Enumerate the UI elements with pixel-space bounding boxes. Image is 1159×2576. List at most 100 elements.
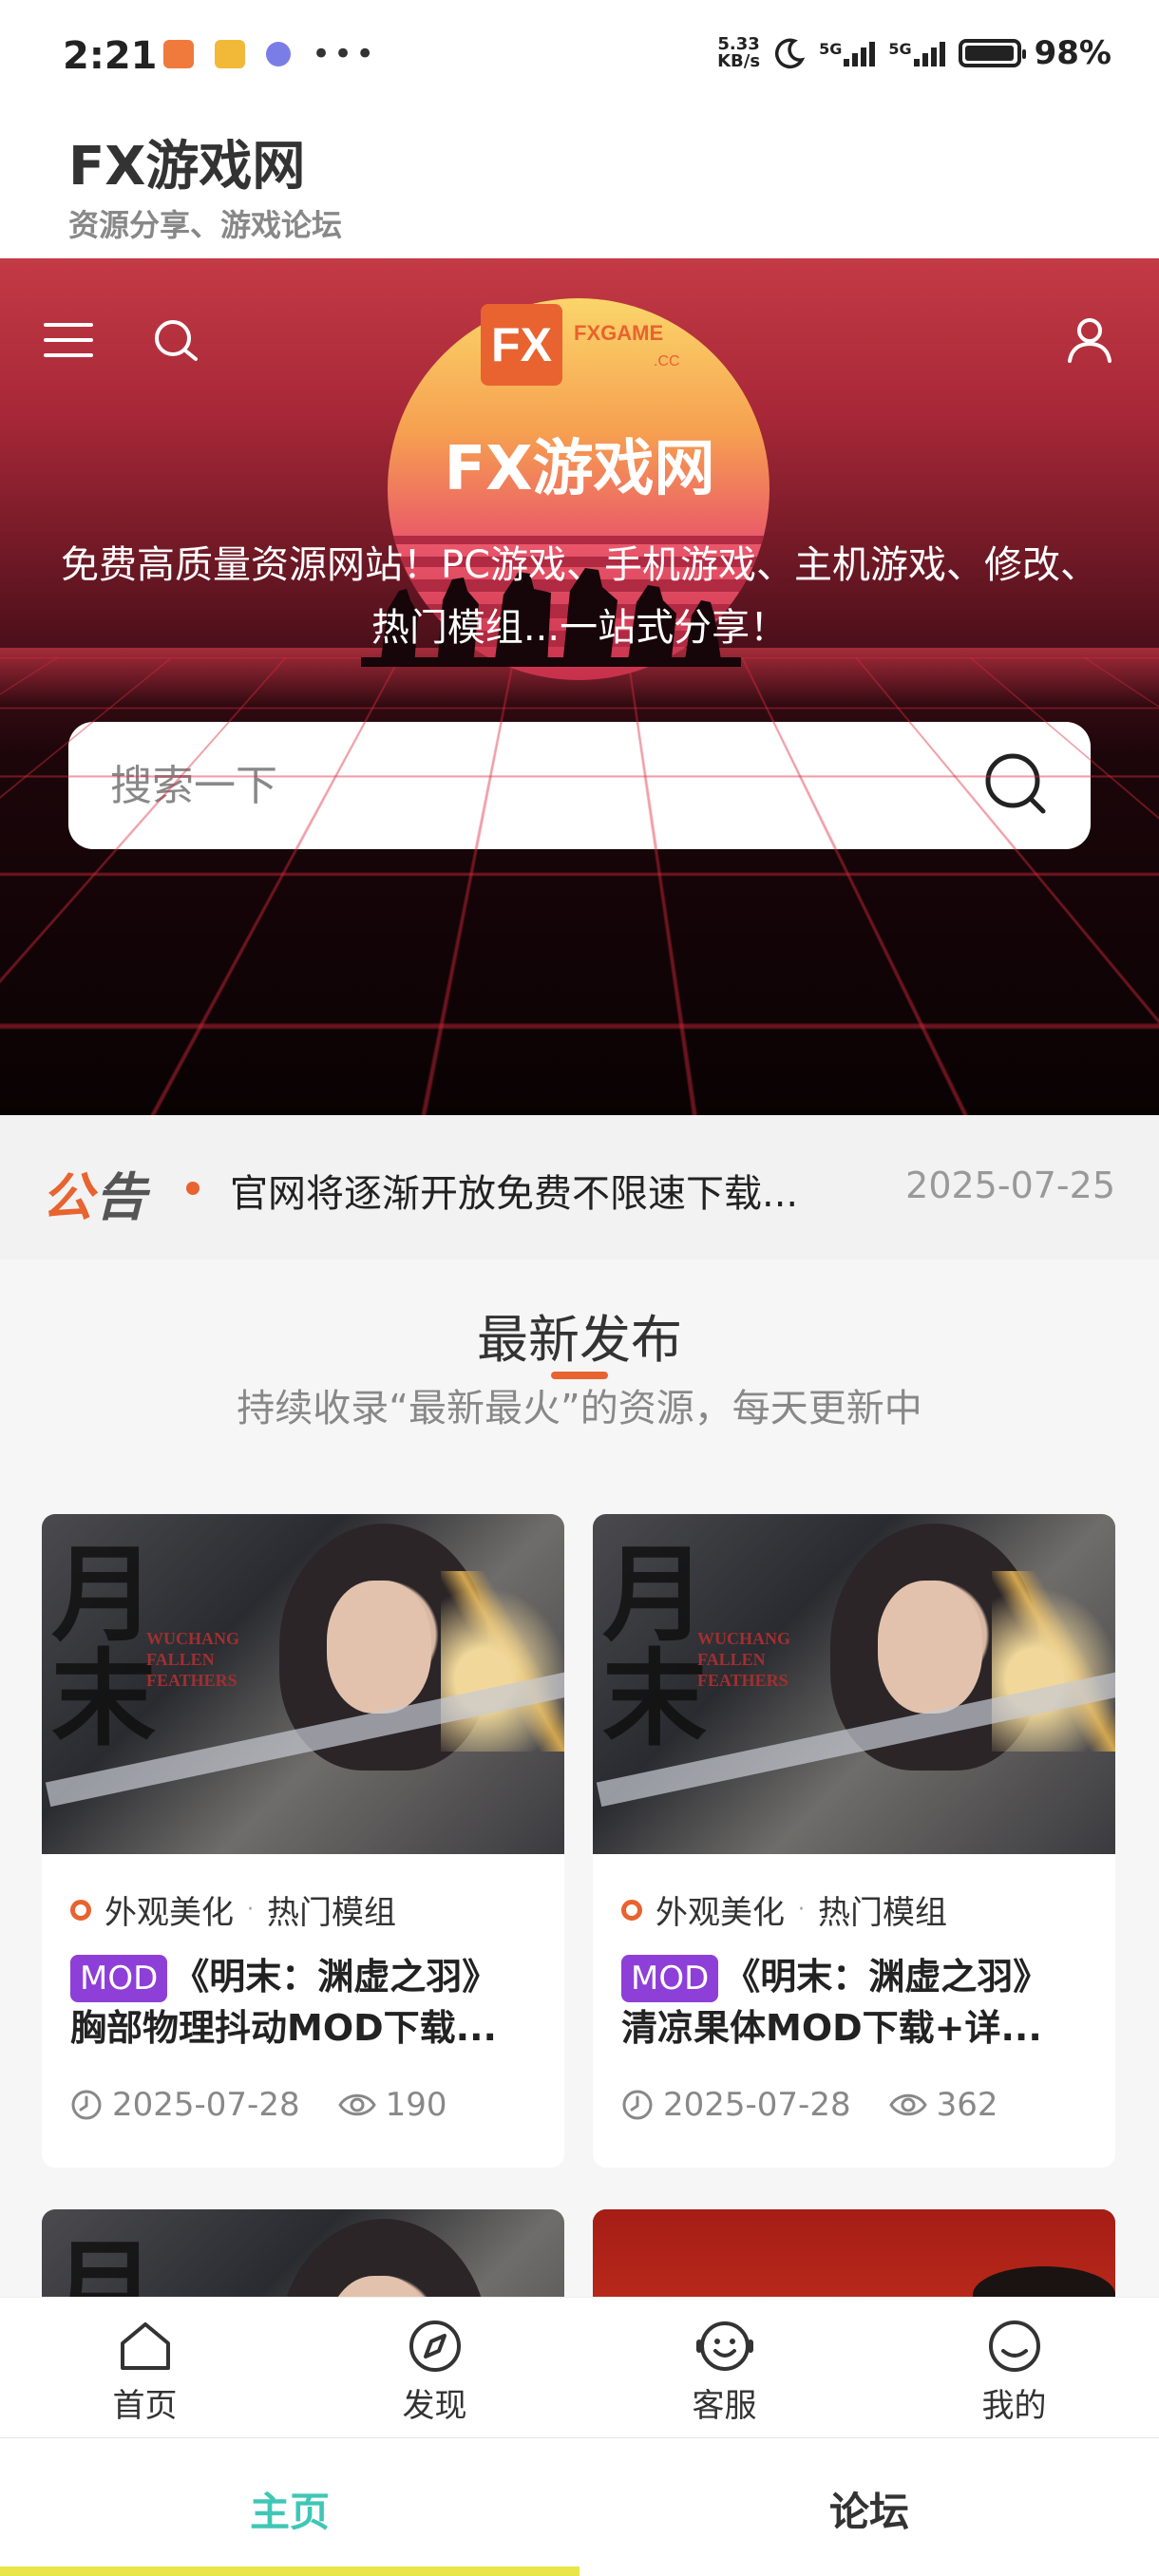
search-button[interactable]	[977, 747, 1054, 824]
tab-forum[interactable]: 论坛	[580, 2438, 1159, 2576]
post-meta: 2025-07-28 362	[621, 2086, 998, 2124]
hero-banner: FX FXGAME .CC FX游戏网 免费高质量资源网站！PC游戏、手机游戏、…	[0, 258, 1159, 1115]
post-title[interactable]: MOD 《明末：渊虚之羽》 胸部物理抖动MOD下载...	[70, 1951, 542, 2054]
tag-ring-icon	[70, 1900, 91, 1921]
page-subtitle: 资源分享、游戏论坛	[68, 201, 342, 245]
clock-icon	[621, 2089, 654, 2121]
home-icon	[117, 2319, 174, 2374]
post-title[interactable]: MOD 《明末：渊虚之羽》 清凉果体MOD下载+详...	[621, 1951, 1092, 2054]
post-thumbnail[interactable]: 月末 WUCHANG FALLEN FEATHERS	[593, 1514, 1115, 1854]
more-notifications-icon: •••	[312, 43, 377, 66]
tab-home[interactable]: 主页	[0, 2438, 580, 2576]
tab-home-label: 主页	[250, 2489, 330, 2535]
section-subtitle: 持续收录“最新最火”的资源，每天更新中	[0, 1377, 1159, 1432]
menu-icon[interactable]	[42, 319, 95, 365]
battery-percent: 98%	[1035, 34, 1112, 72]
nav-label: 我的	[982, 2379, 1047, 2426]
post-date: 2025-07-28	[112, 2086, 300, 2124]
announcement-label: 公告	[42, 1155, 148, 1230]
mod-badge: MOD	[621, 1955, 718, 2002]
signal-bars-icon	[914, 40, 945, 66]
hero-description: 免费高质量资源网站！PC游戏、手机游戏、主机游戏、修改、热门模组...一站式分享…	[48, 534, 1112, 659]
signal-sim1: 5G	[819, 40, 875, 66]
post-tags: 外观美化 · 热门模组	[70, 1886, 396, 1933]
mail-icon	[215, 40, 245, 68]
tag-category[interactable]: 热门模组	[267, 1886, 396, 1933]
system-indicators: 5.33 KB/s 5G 5G 98%	[717, 34, 1112, 72]
post-title-line1: MOD 《明末：渊虚之羽》	[70, 1951, 542, 2002]
tag-separator: ·	[798, 1898, 805, 1922]
post-title-text: 《明末：渊虚之羽》	[173, 1956, 498, 1998]
post-meta: 2025-07-28 190	[70, 2086, 447, 2124]
sim2-label: 5G	[888, 40, 911, 58]
hero-title: FX游戏网	[0, 420, 1159, 507]
tab-forum-label: 论坛	[829, 2489, 909, 2535]
bottom-nav: 首页 发现 客服 我的	[0, 2297, 1159, 2437]
compass-icon	[407, 2319, 464, 2374]
post-card[interactable]: 月末 WUCHANG FALLEN FEATHERS 外观美化 · 热门模组 MOD…	[42, 1514, 564, 2168]
post-thumbnail[interactable]: 月末 WUCHANG FALLEN FEATHERS	[42, 1514, 564, 1854]
tag-separator: ·	[247, 1898, 254, 1922]
app-notification-icon	[163, 40, 194, 68]
chat-icon	[266, 42, 291, 66]
announcement-label-char1: 公	[42, 1167, 95, 1227]
nav-item-home[interactable]: 首页	[0, 2298, 290, 2437]
post-title-line1: MOD 《明末：渊虚之羽》	[621, 1951, 1092, 2002]
tag-category[interactable]: 热门模组	[818, 1886, 947, 1933]
notification-icons: •••	[163, 40, 377, 68]
post-card[interactable]	[593, 2209, 1115, 2297]
post-title-text: 《明末：渊虚之羽》	[724, 1956, 1049, 1998]
post-card[interactable]: 月末 WUCHANG FALLEN FEATHERS 外观美化 · 热门模组 MOD…	[593, 1514, 1115, 2168]
post-views: 362	[937, 2086, 998, 2124]
eye-icon	[338, 2091, 376, 2119]
section-title: 最新发布	[0, 1297, 1159, 1373]
network-speed: 5.33 KB/s	[717, 36, 760, 70]
post-tags: 外观美化 · 热门模组	[621, 1886, 947, 1933]
nav-item-discover[interactable]: 发现	[290, 2298, 580, 2437]
signal-sim2: 5G	[888, 40, 944, 66]
nav-item-support[interactable]: 客服	[580, 2298, 869, 2437]
post-card[interactable]: 月	[42, 2209, 564, 2297]
smile-icon	[694, 2319, 755, 2374]
latest-section: 最新发布 持续收录“最新最火”的资源，每天更新中 月末 WUCHANG FALLE…	[0, 1260, 1159, 2297]
tag-category[interactable]: 外观美化	[656, 1886, 785, 1933]
post-thumbnail[interactable]	[593, 2209, 1115, 2297]
app-header: FX游戏网 资源分享、游戏论坛	[0, 114, 1159, 258]
moon-icon	[773, 37, 806, 69]
main-tab-bar: 主页 论坛	[0, 2437, 1159, 2576]
post-date: 2025-07-28	[663, 2086, 851, 2124]
search-icon[interactable]	[152, 317, 201, 370]
nav-item-me[interactable]: 我的	[869, 2298, 1159, 2437]
signal-bars-icon	[844, 40, 875, 66]
nav-label: 发现	[403, 2379, 467, 2426]
tag-category[interactable]: 外观美化	[104, 1886, 234, 1933]
search-input[interactable]	[110, 760, 965, 811]
sim1-label: 5G	[819, 40, 842, 58]
announcement-label-char2: 告	[95, 1167, 148, 1227]
announcement-date: 2025-07-25	[905, 1165, 1115, 1206]
status-time: 2:21	[63, 34, 158, 78]
net-speed-unit: KB/s	[717, 53, 760, 70]
announcement-bar[interactable]: 公告 官网将逐渐开放免费不限速下载... 2025-07-25	[0, 1115, 1159, 1260]
logo-text: FXGAME	[574, 321, 663, 346]
nav-label: 客服	[693, 2379, 757, 2426]
page-title: FX游戏网	[68, 123, 305, 200]
battery-icon	[959, 39, 1021, 67]
user-icon[interactable]	[1066, 315, 1113, 369]
tag-ring-icon	[621, 1900, 642, 1921]
battery-fill	[965, 46, 1014, 61]
search-box[interactable]	[68, 722, 1091, 849]
announcement-text[interactable]: 官网将逐渐开放免费不限速下载...	[230, 1163, 838, 1218]
eye-icon	[889, 2091, 927, 2119]
mod-badge: MOD	[70, 1955, 167, 2002]
site-logo[interactable]: FX	[481, 304, 562, 386]
active-tab-indicator	[0, 2567, 580, 2576]
post-thumbnail[interactable]: 月	[42, 2209, 564, 2297]
announcement-dot	[186, 1182, 200, 1195]
search-icon	[977, 747, 1054, 824]
status-bar: 2:21 ••• 5.33 KB/s 5G 5G 98%	[0, 0, 1159, 114]
logo-domain: .CC	[654, 353, 680, 370]
nav-label: 首页	[113, 2379, 178, 2426]
post-views: 190	[386, 2086, 447, 2124]
post-title-line2: 清凉果体MOD下载+详...	[621, 2002, 1092, 2054]
